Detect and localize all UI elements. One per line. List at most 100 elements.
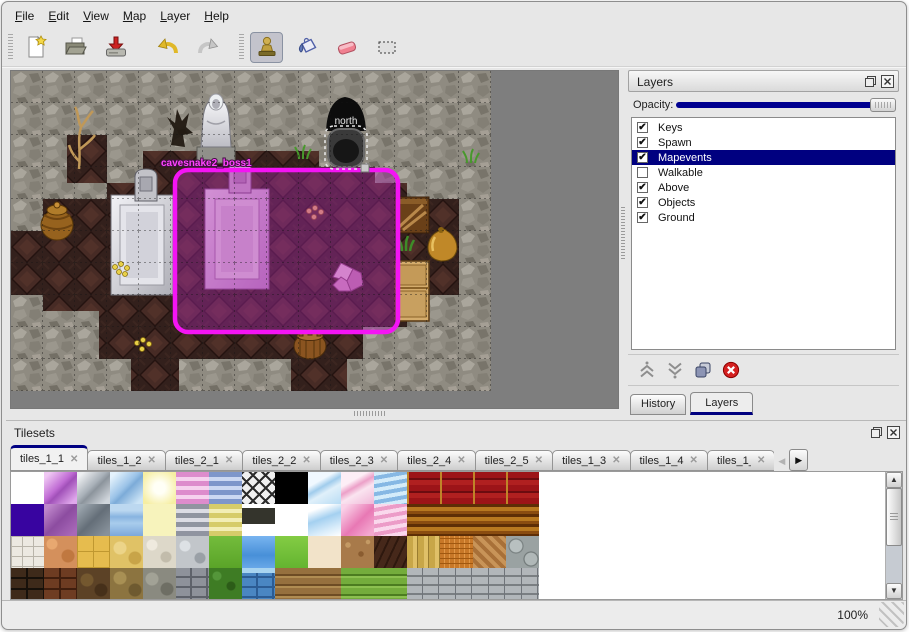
close-tab-icon[interactable]: ✕ — [690, 455, 698, 466]
menu-file[interactable]: File — [8, 7, 41, 25]
layer-visibility-checkbox[interactable] — [637, 167, 648, 178]
layer-visibility-checkbox[interactable]: ✔ — [637, 197, 648, 208]
tileset-tile-stone-brown[interactable] — [77, 568, 110, 600]
tileset-tile-planks-gray[interactable] — [407, 568, 440, 600]
tileset-tab-tiles_2_3[interactable]: tiles_2_3✕ — [320, 450, 398, 471]
tileset-tab-tiles_1_4[interactable]: tiles_1_4✕ — [630, 450, 708, 471]
tileset-tile-planks-gray[interactable] — [440, 568, 473, 600]
rect-select-tool-button[interactable] — [370, 32, 403, 63]
close-tab-icon[interactable]: ✕ — [612, 455, 620, 466]
tileset-tile-stone-yellow[interactable] — [110, 536, 143, 568]
close-tab-icon[interactable]: ✕ — [302, 455, 310, 466]
tileset-scrollbar[interactable]: ▲ ▼ — [885, 472, 902, 599]
scroll-tabs-right-button[interactable]: ▶ — [789, 449, 808, 471]
tileset-tile-stripes-brown[interactable] — [407, 504, 440, 536]
tileset-tile-dirt-rows[interactable] — [275, 568, 308, 600]
tileset-tile-stripes-gray[interactable] — [176, 504, 209, 536]
tileset-tile-ice-pink[interactable] — [341, 472, 374, 504]
redo-button[interactable] — [191, 32, 224, 63]
opacity-slider-handle[interactable] — [870, 98, 896, 112]
tileset-tile-waves-blue[interactable] — [374, 472, 407, 504]
tileset-tile-planks-gray[interactable] — [473, 568, 506, 600]
tileset-tile-stone-circles[interactable] — [506, 536, 539, 568]
vertical-splitter-grip[interactable] — [621, 207, 625, 259]
tileset-tile-water-blue[interactable] — [242, 536, 275, 568]
menu-layer[interactable]: Layer — [153, 7, 197, 25]
scrollbar-thumb[interactable] — [886, 488, 902, 546]
tileset-tile-crystal-blue[interactable] — [110, 472, 143, 504]
opacity-slider[interactable] — [676, 97, 896, 113]
close-tab-icon[interactable]: ✕ — [535, 455, 543, 466]
map-viewport[interactable]: north cavesnake2_boss1 — [10, 70, 619, 409]
layer-visibility-checkbox[interactable]: ✔ — [637, 152, 648, 163]
tileset-tile-white[interactable] — [11, 472, 44, 504]
tileset-tile-ice-blue[interactable] — [308, 472, 341, 504]
close-panel-icon[interactable] — [887, 426, 900, 439]
tileset-tab-tiles_1_2[interactable]: tiles_1_2✕ — [87, 450, 165, 471]
tileset-tile-grass-bright[interactable] — [275, 536, 308, 568]
new-file-button[interactable] — [19, 32, 52, 63]
layer-visibility-checkbox[interactable]: ✔ — [637, 182, 648, 193]
tileset-tile-pebble-light[interactable] — [143, 536, 176, 568]
layer-visibility-checkbox[interactable]: ✔ — [637, 122, 648, 133]
tileset-tile-indigo[interactable] — [11, 504, 44, 536]
tileset-tile-brick-brown[interactable] — [44, 568, 77, 600]
close-tab-icon[interactable]: ✕ — [225, 455, 233, 466]
layer-row-objects[interactable]: ✔Objects — [632, 195, 895, 210]
tileset-tile-grass-green[interactable] — [209, 536, 242, 568]
tileset-tile-stone-tan[interactable] — [110, 568, 143, 600]
undo-button[interactable] — [151, 32, 184, 63]
menu-edit[interactable]: Edit — [41, 7, 76, 25]
tileset-tile-hedge[interactable] — [209, 568, 242, 600]
tileset-tile-stripes-brown[interactable] — [506, 504, 539, 536]
tileset-tile-stone-gray[interactable] — [143, 568, 176, 600]
tileset-tile-stripes-pink[interactable] — [176, 472, 209, 504]
tileset-tile-curtain-red[interactable] — [407, 472, 440, 504]
tileset-tile-pebble-gray[interactable] — [176, 536, 209, 568]
fill-tool-button[interactable] — [290, 32, 323, 63]
tileset-tile-dirt-rows[interactable] — [308, 568, 341, 600]
scroll-tabs-left-icon[interactable]: ◀ — [776, 452, 787, 471]
layer-visibility-checkbox[interactable]: ✔ — [637, 137, 648, 148]
toolbar-grip[interactable] — [8, 34, 13, 60]
tileset-tab-tiles_1_1[interactable]: tiles_1_1✕ — [10, 445, 88, 471]
close-tab-icon[interactable]: ✕ — [757, 455, 765, 466]
tileset-tile-cobble-orange[interactable] — [44, 536, 77, 568]
menu-map[interactable]: Map — [116, 7, 153, 25]
dock-tab-layers[interactable]: Layers — [690, 392, 753, 415]
tileset-tile-curtain-red[interactable] — [440, 472, 473, 504]
tileset-tile-grass-rows[interactable] — [374, 568, 407, 600]
selection-resize-handle[interactable] — [361, 164, 369, 172]
layer-row-keys[interactable]: ✔Keys — [632, 120, 895, 135]
float-panel-icon[interactable] — [870, 426, 883, 439]
eraser-tool-button[interactable] — [330, 32, 363, 63]
layer-row-ground[interactable]: ✔Ground — [632, 210, 895, 225]
tileset-tile-glow-yellow[interactable] — [143, 472, 176, 504]
tileset-tile-white[interactable] — [275, 504, 308, 536]
menu-help[interactable]: Help — [197, 7, 236, 25]
tileset-tile-planks-gray[interactable] — [506, 568, 539, 600]
tileset-tile-pink-solid[interactable] — [341, 504, 374, 536]
tileset-tile-crystal-gray[interactable] — [77, 472, 110, 504]
close-panel-icon[interactable] — [881, 75, 894, 88]
layer-row-spawn[interactable]: ✔Spawn — [632, 135, 895, 150]
open-button[interactable] — [59, 32, 92, 63]
scroll-down-icon[interactable]: ▼ — [886, 583, 902, 599]
tileset-tile-stripes-brown[interactable] — [440, 504, 473, 536]
tileset-tile-water-anim[interactable] — [110, 504, 143, 536]
tileset-tile-herringbone[interactable] — [473, 536, 506, 568]
tileset-tile-grass-rows[interactable] — [341, 568, 374, 600]
tileset-tile-plaque[interactable] — [242, 504, 275, 536]
duplicate-layer-button[interactable] — [694, 361, 712, 379]
layer-row-walkable[interactable]: Walkable — [632, 165, 895, 180]
layer-row-above[interactable]: ✔Above — [632, 180, 895, 195]
tileset-tile-weave-orange[interactable] — [440, 536, 473, 568]
tileset-tile-crystal-purple-dark[interactable] — [44, 504, 77, 536]
tileset-tile-waves-pink[interactable] — [374, 504, 407, 536]
float-panel-icon[interactable] — [864, 75, 877, 88]
scroll-up-icon[interactable]: ▲ — [886, 472, 902, 488]
stamp-tool-button[interactable] — [250, 32, 283, 63]
tileset-tab-tiles_2_1[interactable]: tiles_2_1✕ — [165, 450, 243, 471]
move-layer-down-button[interactable] — [666, 361, 684, 379]
tileset-tab-tiles_2_4[interactable]: tiles_2_4✕ — [397, 450, 475, 471]
